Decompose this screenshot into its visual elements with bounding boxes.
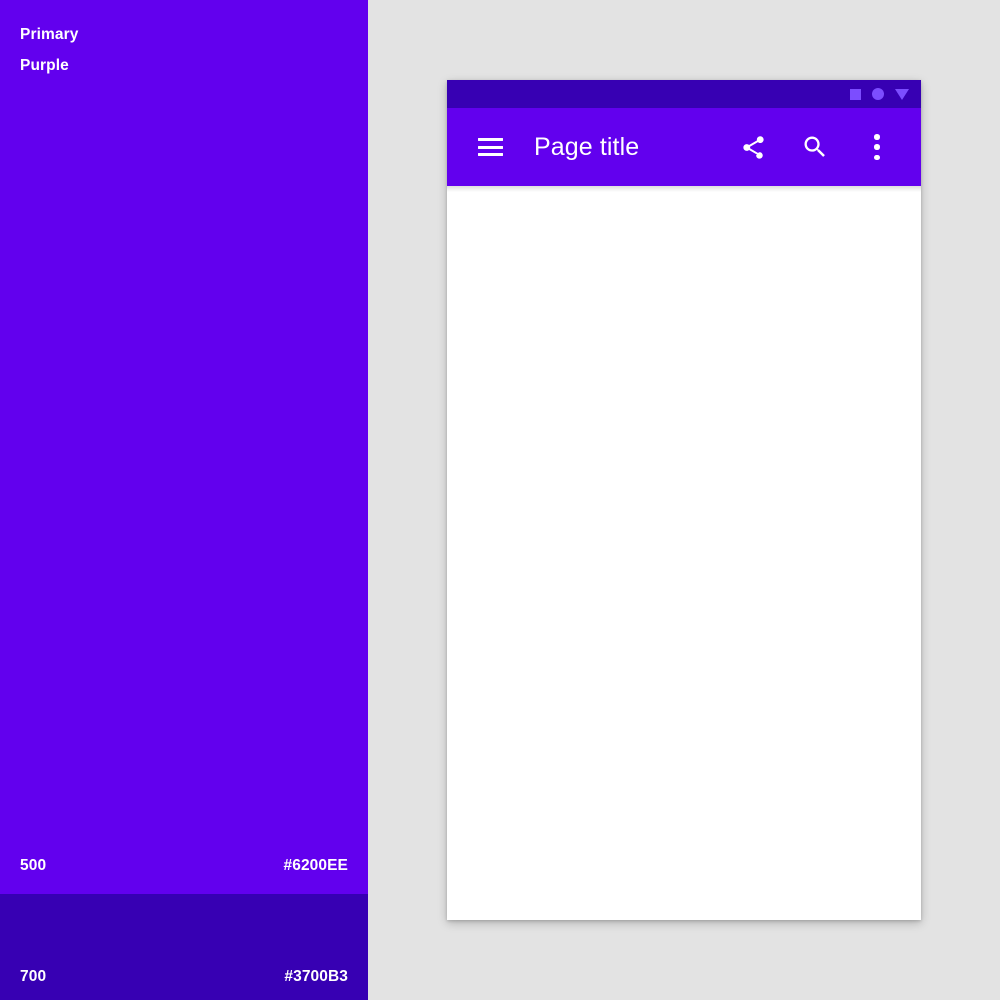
device-mockup: Page title: [447, 80, 921, 920]
swatch-primary-700: 700 #3700B3: [0, 894, 368, 1000]
search-icon: [804, 136, 825, 157]
palette-name: Primary Purple: [20, 19, 78, 81]
triangle-down-icon: [895, 88, 909, 100]
page-title: Page title: [534, 132, 640, 161]
color-swatch-panel: Primary Purple 500 #6200EE 700 #3700B3: [0, 0, 368, 1000]
swatch-500-footer: 500 #6200EE: [20, 857, 348, 875]
screen-root: Primary Purple 500 #6200EE 700 #3700B3 P…: [0, 0, 1000, 1000]
more-options-button[interactable]: [855, 125, 899, 169]
swatch-500-tone: 500: [20, 857, 47, 874]
palette-name-line-2: Purple: [20, 57, 69, 74]
swatch-primary-500: Primary Purple 500 #6200EE: [0, 0, 368, 894]
app-bar-actions: [731, 125, 899, 169]
preview-stage: Page title: [368, 0, 1000, 1000]
app-bar: Page title: [447, 108, 921, 186]
palette-name-line-1: Primary: [20, 26, 79, 43]
share-button[interactable]: [731, 125, 775, 169]
status-bar: [447, 80, 921, 108]
swatch-700-tone: 700: [20, 968, 47, 985]
share-icon: [742, 135, 764, 159]
square-icon: [850, 88, 861, 100]
circle-icon: [872, 88, 884, 100]
menu-button[interactable]: [468, 125, 512, 169]
swatch-700-hex: #3700B3: [284, 968, 348, 985]
search-button[interactable]: [793, 125, 837, 169]
more-vert-icon: [874, 134, 880, 160]
menu-icon: [477, 138, 503, 156]
page-content-area: [447, 186, 921, 920]
swatch-500-hex: #6200EE: [283, 857, 348, 874]
app-bar-shadow: [447, 186, 921, 192]
swatch-700-footer: 700 #3700B3: [20, 968, 348, 986]
